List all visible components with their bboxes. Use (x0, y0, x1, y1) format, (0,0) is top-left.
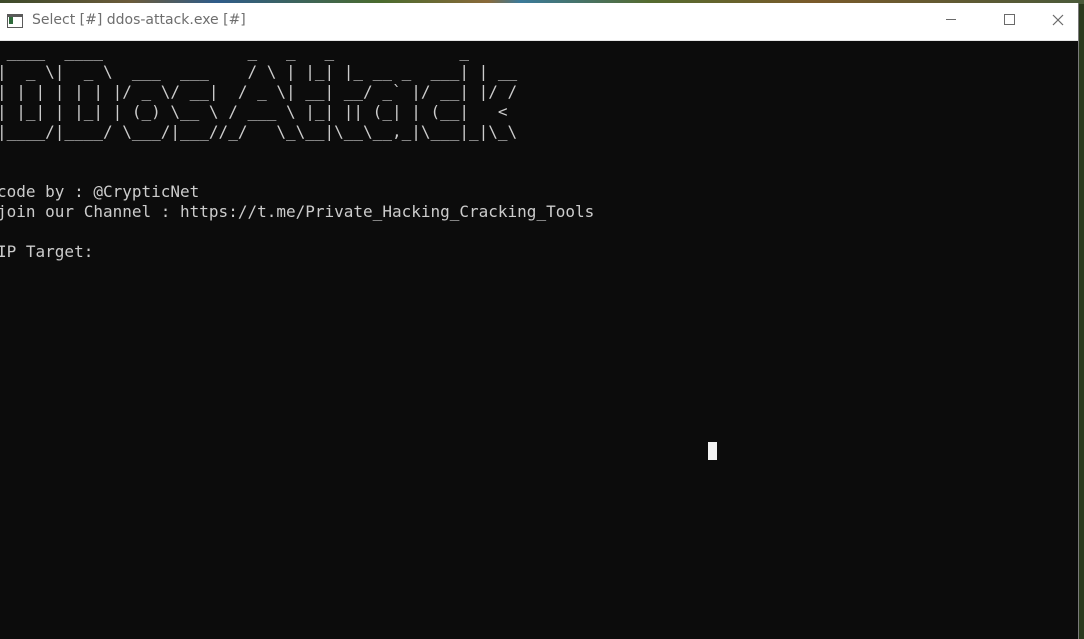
console-window[interactable]: Select [#] ddos-attack.exe [#] ____ ____… (0, 3, 1079, 639)
text-cursor (708, 442, 717, 460)
console-app-icon[interactable] (7, 14, 23, 28)
console-text: ____ ____ _ _ _ _ | _ \| _ \ ___ ___ / \… (0, 42, 594, 262)
title-bar[interactable]: Select [#] ddos-attack.exe [#] (0, 3, 1078, 41)
channel-line: join our Channel : https://t.me/Private_… (0, 202, 595, 221)
close-icon (1052, 14, 1064, 25)
minimize-button[interactable] (922, 3, 980, 40)
ascii-banner: ____ ____ _ _ _ _ | _ \| _ \ ___ ___ / \… (0, 42, 518, 141)
credit-line: code by : @CrypticNet (0, 182, 200, 201)
close-button[interactable] (1038, 3, 1078, 40)
ip-target-prompt: IP Target: (0, 242, 94, 261)
console-output[interactable]: ____ ____ _ _ _ _ | _ \| _ \ ___ ___ / \… (0, 41, 1078, 639)
maximize-icon (1003, 14, 1015, 25)
maximize-button[interactable] (980, 3, 1038, 40)
window-title: Select [#] ddos-attack.exe [#] (32, 12, 246, 28)
minimize-icon (946, 19, 956, 20)
